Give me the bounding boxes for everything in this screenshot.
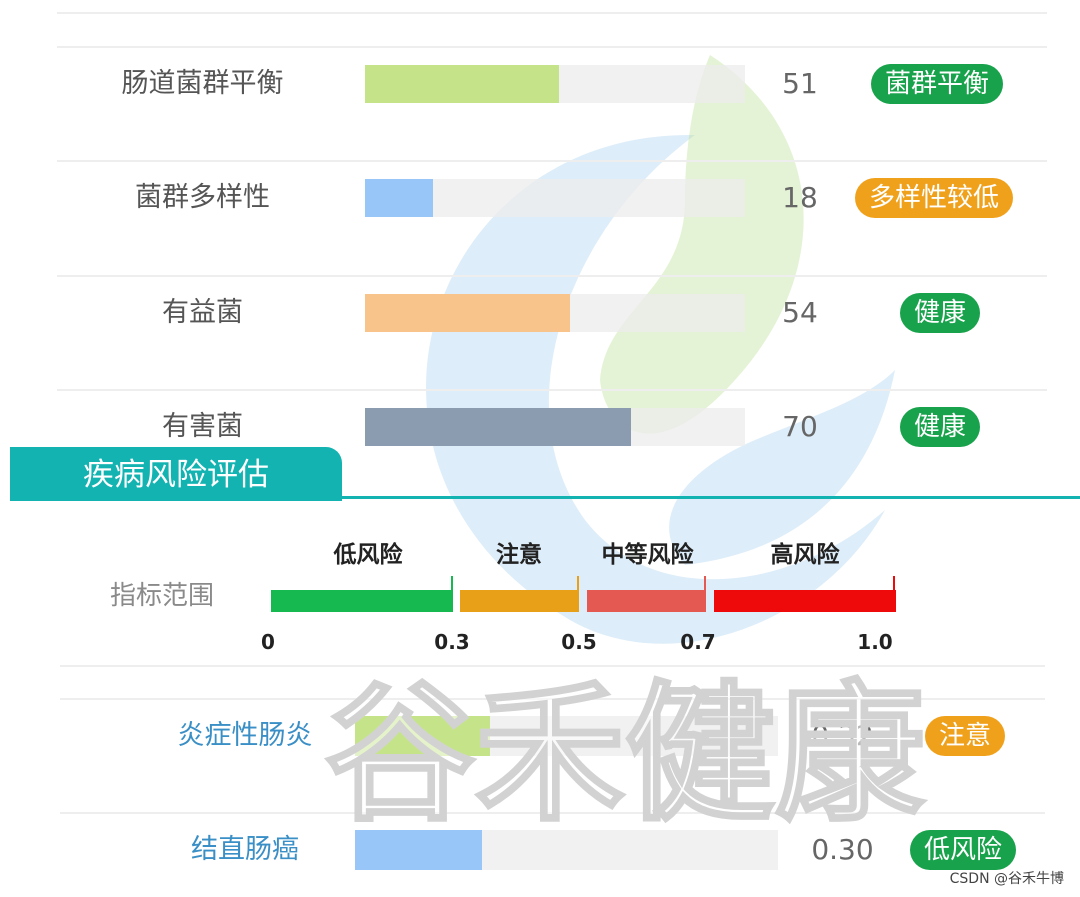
row-divider xyxy=(60,812,1045,814)
progress-track xyxy=(365,65,745,103)
risk-track xyxy=(355,830,778,870)
row-divider xyxy=(57,389,1047,391)
risk-value: 0.30 xyxy=(811,833,874,866)
scale-tick-label: 0.5 xyxy=(561,630,597,654)
disease-row: 炎症性肠炎 0.32 注意 xyxy=(0,706,1080,766)
risk-fill xyxy=(355,830,482,870)
scale-category-medium: 中等风险 xyxy=(601,542,694,568)
progress-fill xyxy=(365,179,434,217)
section-header: 疾病风险评估 xyxy=(10,447,342,501)
status-badge: 多样性较低 xyxy=(855,178,1014,218)
disease-label: 结直肠癌 xyxy=(191,834,299,865)
metric-value: 70 xyxy=(782,410,818,443)
scale-tick xyxy=(451,576,453,592)
progress-track xyxy=(365,408,745,446)
risk-value: 0.32 xyxy=(811,719,874,752)
scale-category-high: 高风险 xyxy=(770,542,840,568)
metric-row: 有益菌 54 健康 xyxy=(0,283,1080,343)
scale-segment-low xyxy=(271,590,453,612)
row-divider xyxy=(57,275,1047,277)
row-divider xyxy=(57,12,1047,14)
row-divider xyxy=(57,160,1047,162)
status-badge: 菌群平衡 xyxy=(871,64,1004,104)
flame-logo-icon xyxy=(426,55,895,644)
metric-row: 菌群多样性 18 多样性较低 xyxy=(0,168,1080,228)
scale-label: 指标范围 xyxy=(110,581,215,611)
status-badge: 注意 xyxy=(925,716,1006,756)
progress-track xyxy=(365,294,745,332)
scale-segment-medium xyxy=(587,590,706,612)
progress-fill xyxy=(365,294,571,332)
progress-fill xyxy=(365,408,631,446)
scale-category-low: 低风险 xyxy=(333,542,403,568)
scale-tick-label: 0.3 xyxy=(434,630,470,654)
status-badge: 健康 xyxy=(900,407,981,447)
metric-label: 有益菌 xyxy=(162,297,243,328)
metric-label: 肠道菌群平衡 xyxy=(121,68,284,99)
status-badge: 低风险 xyxy=(910,830,1017,870)
scale-tick-label: 0.7 xyxy=(680,630,716,654)
metric-value: 18 xyxy=(782,181,818,214)
disease-row: 结直肠癌 0.30 低风险 xyxy=(0,820,1080,880)
scale-tick xyxy=(893,576,895,592)
progress-fill xyxy=(365,65,559,103)
row-divider xyxy=(57,46,1047,48)
risk-fill xyxy=(355,716,491,756)
row-divider xyxy=(60,665,1045,667)
progress-track xyxy=(365,179,745,217)
section-divider xyxy=(10,496,1080,499)
row-divider xyxy=(60,698,1045,700)
scale-segment-attention xyxy=(460,590,579,612)
metric-value: 51 xyxy=(782,67,818,100)
section-title: 疾病风险评估 xyxy=(83,457,269,493)
scale-tick xyxy=(577,576,579,592)
credit-text: CSDN @谷禾牛博 xyxy=(949,871,1064,887)
status-badge: 健康 xyxy=(900,293,981,333)
metric-label: 菌群多样性 xyxy=(135,182,270,213)
scale-tick-label: 0 xyxy=(261,630,275,654)
scale-tick xyxy=(704,576,706,592)
metric-row: 肠道菌群平衡 51 菌群平衡 xyxy=(0,54,1080,114)
metric-value: 54 xyxy=(782,296,818,329)
scale-tick-label: 1.0 xyxy=(857,630,893,654)
scale-category-attention: 注意 xyxy=(496,542,542,568)
disease-label: 炎症性肠炎 xyxy=(177,720,313,751)
risk-track xyxy=(355,716,778,756)
scale-segment-high xyxy=(714,590,896,612)
